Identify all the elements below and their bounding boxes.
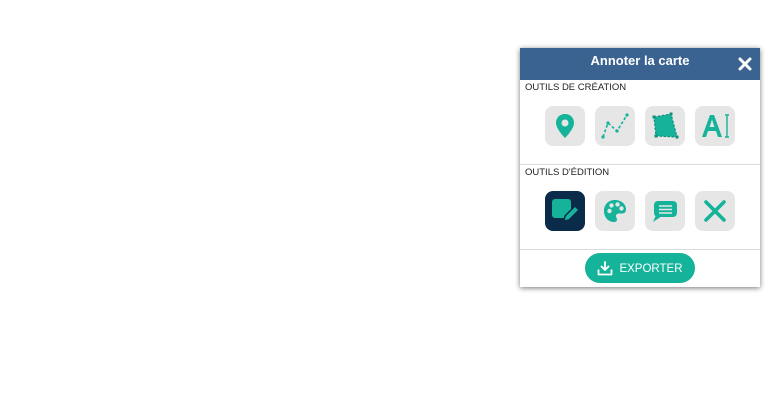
annotate-map-panel: Annoter la carte OUTILS DE CRÉATION OUTI… [520,48,760,287]
comment-tool-button[interactable] [645,191,685,231]
export-label: EXPORTER [619,262,683,275]
panel-header: Annoter la carte [520,48,760,80]
style-tool-button[interactable] [595,191,635,231]
map-marker-icon [556,114,574,138]
text-tool-icon [702,114,729,138]
delete-tool-button[interactable] [695,191,735,231]
polygon-tool-button[interactable] [645,106,685,146]
close-icon[interactable] [738,57,752,71]
edition-tools-section: OUTILS D'ÉDITION [520,165,760,250]
edit-tool-button[interactable] [545,191,585,231]
panel-title: Annoter la carte [590,53,690,68]
export-area: EXPORTER [520,250,760,288]
creation-toolbar [545,106,735,146]
palette-icon [604,200,626,222]
creation-tools-label: OUTILS DE CRÉATION [525,82,627,93]
text-tool-button[interactable] [695,106,735,146]
export-button[interactable]: EXPORTER [585,253,695,283]
marker-tool-button[interactable] [545,106,585,146]
delete-icon [704,200,726,222]
polyline-icon [601,113,629,139]
polyline-tool-button[interactable] [595,106,635,146]
comment-icon [653,201,677,222]
polygon-icon [652,112,679,139]
edition-tools-label: OUTILS D'ÉDITION [525,167,610,178]
download-icon [598,260,613,275]
creation-tools-section: OUTILS DE CRÉATION [520,80,760,165]
edit-shape-icon [552,199,581,222]
edition-toolbar [545,191,735,231]
